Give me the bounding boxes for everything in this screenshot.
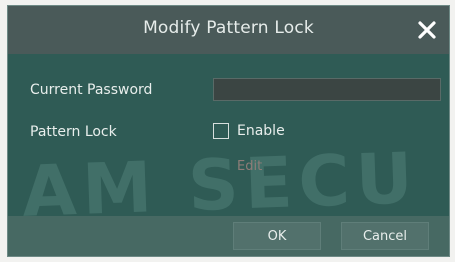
dialog-footer: OK Cancel	[8, 216, 449, 256]
cancel-button[interactable]: Cancel	[341, 222, 429, 250]
edit-button[interactable]: Edit	[237, 159, 262, 174]
enable-checkbox[interactable]	[213, 123, 229, 139]
current-password-label: Current Password	[30, 82, 153, 98]
ok-button[interactable]: OK	[233, 222, 321, 250]
modify-pattern-lock-dialog: Modify Pattern Lock AM SECU Current Pass…	[7, 5, 450, 257]
close-button[interactable]	[413, 16, 441, 44]
dialog-title: Modify Pattern Lock	[143, 18, 314, 38]
dialog-titlebar: Modify Pattern Lock	[8, 6, 449, 54]
close-icon	[418, 21, 436, 39]
enable-label[interactable]: Enable	[237, 123, 285, 139]
current-password-input[interactable]	[213, 78, 441, 101]
pattern-lock-label: Pattern Lock	[30, 124, 117, 140]
